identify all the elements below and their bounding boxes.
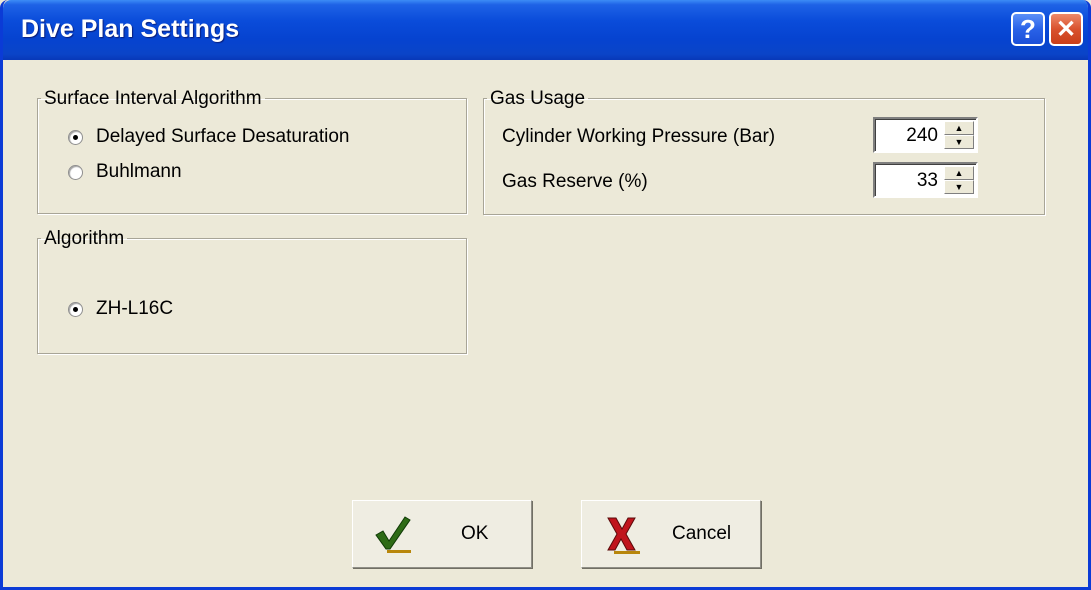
title-bar[interactable]: Dive Plan Settings ? ✕ [3,0,1088,60]
radio-label: ZH-L16C [96,298,174,319]
algorithm-group: Algorithm [37,228,467,354]
gas-reserve-input[interactable]: 33 [917,170,938,192]
cylinder-pressure-label: Cylinder Working Pressure (Bar) [502,126,776,147]
radio-label: Buhlmann [96,161,182,182]
close-icon: ✕ [1055,15,1077,43]
cancel-label: Cancel [672,523,732,544]
spin-buttons: ▲ ▼ [944,121,974,149]
gas-reserve-spinner[interactable]: 33 ▲ ▼ [873,162,978,198]
radio-zh-l16c[interactable]: ZH-L16C [68,298,173,320]
help-button[interactable]: ? [1011,12,1045,46]
arrow-down-icon[interactable]: ▼ [944,180,974,194]
close-button[interactable]: ✕ [1049,12,1083,46]
gas-usage-legend: Gas Usage [490,88,586,109]
arrow-down-icon[interactable]: ▼ [944,135,974,149]
gas-reserve-label: Gas Reserve (%) [502,171,648,192]
ok-label: OK [461,523,489,544]
cylinder-pressure-spinner[interactable]: 240 ▲ ▼ [873,117,978,153]
radio-button-checked[interactable] [68,301,83,317]
arrow-up-icon[interactable]: ▲ [944,121,974,135]
radio-buhlmann[interactable]: Buhlmann [68,161,182,183]
radio-delayed-surface-desaturation[interactable]: Delayed Surface Desaturation [68,126,349,148]
checkmark-icon [375,516,411,553]
cancel-button[interactable]: Cancel [581,500,761,568]
surface-interval-group: Surface Interval Algorithm [37,88,467,214]
radio-button[interactable] [68,164,83,180]
ok-button[interactable]: OK [352,500,532,568]
radio-button-checked[interactable] [68,129,83,145]
algorithm-legend: Algorithm [44,228,125,249]
radio-label: Delayed Surface Desaturation [96,126,350,147]
cylinder-pressure-input[interactable]: 240 [906,125,938,147]
surface-interval-legend: Surface Interval Algorithm [44,88,262,109]
window-title: Dive Plan Settings [21,15,240,43]
dive-plan-settings-dialog: Dive Plan Settings ? ✕ Surface Interval … [0,0,1091,590]
arrow-up-icon[interactable]: ▲ [944,166,974,180]
help-icon: ? [1020,13,1036,44]
spin-buttons: ▲ ▼ [944,166,974,194]
red-x-icon [607,517,640,554]
